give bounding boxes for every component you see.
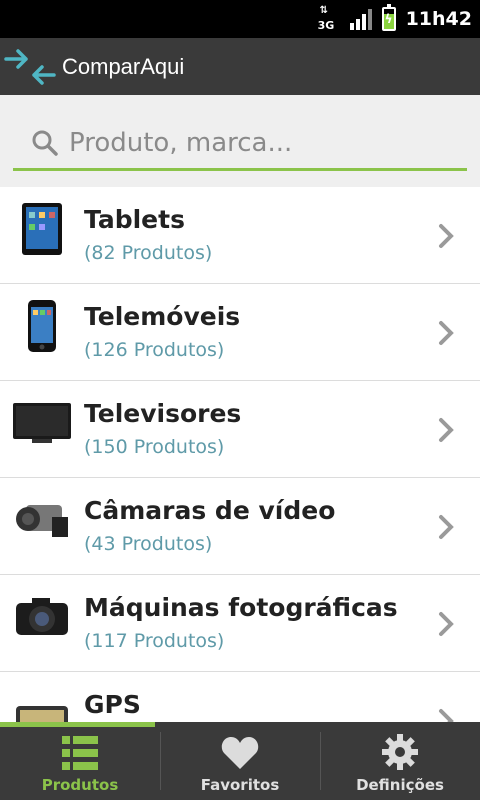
active-tab-indicator (0, 722, 155, 727)
category-name: Telemóveis (84, 302, 241, 331)
phone-icon (14, 298, 70, 354)
tab-label: Favoritos (200, 776, 280, 794)
category-name: GPS (84, 690, 141, 719)
tablet-icon (14, 201, 70, 257)
category-count: (117 Produtos) (84, 630, 225, 652)
list-icon (62, 736, 98, 770)
category-row-telemoveis[interactable]: Telemóveis (126 Produtos) (0, 284, 480, 381)
status-icons: ⇅ 3G ϟ 11h42 (318, 0, 472, 38)
network-3g-icon: ⇅ 3G (317, 5, 335, 33)
camcorder-icon (14, 492, 70, 548)
chevron-right-icon (439, 224, 454, 248)
search-icon (32, 130, 58, 156)
category-count: (43 Produtos) (84, 533, 213, 555)
status-bar: ⇅ 3G ϟ 11h42 (0, 0, 480, 38)
category-count: (150 Produtos) (84, 436, 225, 458)
tab-favoritos[interactable]: Favoritos (160, 722, 320, 800)
tab-label: Produtos (41, 776, 119, 794)
category-name: Câmaras de vídeo (84, 496, 336, 525)
category-row-gps[interactable]: GPS (0, 672, 480, 722)
bottom-tab-bar: Produtos Favoritos Definições (0, 722, 480, 800)
search-input[interactable] (67, 126, 461, 159)
chevron-right-icon (439, 709, 454, 722)
category-name: Televisores (84, 399, 242, 428)
category-row-tablets[interactable]: Tablets (82 Produtos) (0, 187, 480, 284)
category-count: (126 Produtos) (84, 339, 225, 361)
chevron-right-icon (439, 515, 454, 539)
category-count: (82 Produtos) (84, 242, 213, 264)
search-field[interactable] (13, 117, 467, 171)
category-row-televisores[interactable]: Televisores (150 Produtos) (0, 381, 480, 478)
signal-icon (349, 8, 372, 30)
tab-definicoes[interactable]: Definições (320, 722, 480, 800)
chevron-right-icon (439, 321, 454, 345)
app-title: ComparAqui (62, 53, 185, 79)
category-list: Tablets (82 Produtos) Telemóveis (126 Pr… (0, 187, 480, 722)
camera-icon (14, 589, 70, 645)
tab-produtos[interactable]: Produtos (0, 722, 160, 800)
tv-icon (10, 395, 74, 451)
gear-icon (382, 734, 418, 770)
search-area (0, 95, 480, 187)
category-row-maquinas-fotograficas[interactable]: Máquinas fotográficas (117 Produtos) (0, 575, 480, 672)
category-row-camaras-video[interactable]: Câmaras de vídeo (43 Produtos) (0, 478, 480, 575)
compare-arrows-icon (4, 48, 56, 85)
gps-icon (14, 686, 70, 722)
battery-charging-icon: ϟ (381, 4, 396, 31)
heart-icon (221, 737, 259, 769)
action-bar: ComparAqui (0, 38, 480, 95)
chevron-right-icon (439, 612, 454, 636)
chevron-right-icon (439, 418, 454, 442)
category-name: Máquinas fotográficas (84, 593, 398, 622)
tab-label: Definições (356, 776, 444, 794)
category-name: Tablets (84, 205, 185, 234)
clock: 11h42 (405, 8, 472, 30)
